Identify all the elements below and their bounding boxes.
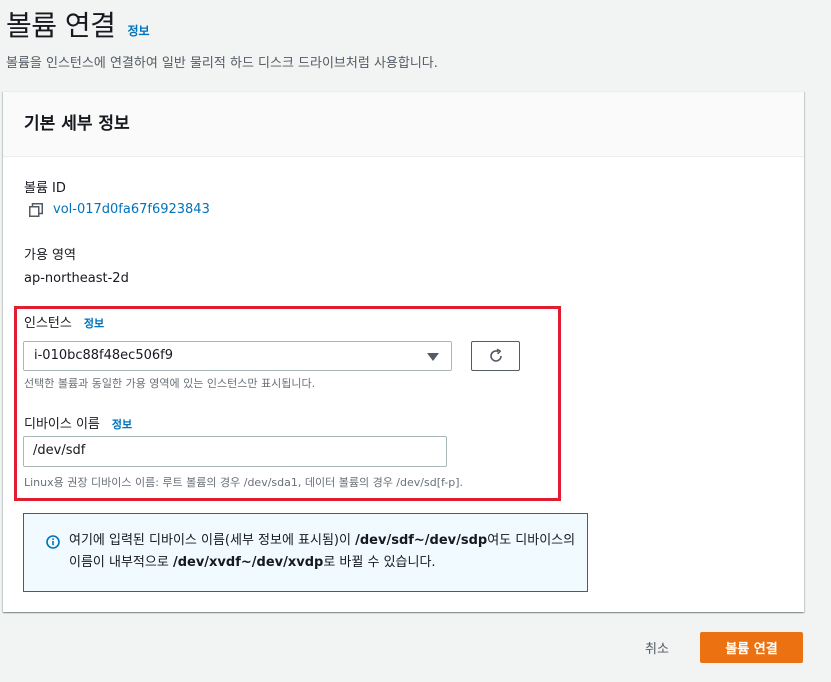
volume-id-label: 볼륨 ID bbox=[24, 181, 66, 196]
attach-volume-button[interactable]: 볼륨 연결 bbox=[700, 632, 803, 663]
basic-details-card: 기본 세부 정보 볼륨 ID vol-017d0fa67f6923843 가용 … bbox=[3, 91, 804, 612]
caret-down-icon bbox=[427, 353, 439, 361]
page-header: 볼륨 연결 정보 bbox=[6, 4, 150, 44]
device-info-link[interactable]: 정보 bbox=[112, 416, 132, 432]
volume-id-link[interactable]: vol-017d0fa67f6923843 bbox=[53, 202, 210, 217]
alert-text-1: 여기에 입력된 디바이스 이름(세부 정보에 표시됨)이 bbox=[69, 533, 356, 548]
instance-info-link[interactable]: 정보 bbox=[84, 315, 104, 331]
az-value: ap-northeast-2d bbox=[24, 271, 129, 286]
device-label-row: 디바이스 이름 정보 bbox=[24, 413, 132, 432]
device-hint: Linux용 권장 디바이스 이름: 루트 볼륨의 경우 /dev/sda1, … bbox=[24, 476, 463, 489]
highlight-box bbox=[14, 306, 561, 501]
page: 볼륨 연결 정보 볼륨을 인스턴스에 연결하여 일반 물리적 하드 디스크 드라… bbox=[0, 0, 831, 682]
refresh-button[interactable] bbox=[471, 341, 520, 371]
card-header: 기본 세부 정보 bbox=[3, 92, 804, 157]
alert-text: 여기에 입력된 디바이스 이름(세부 정보에 표시됨)이 /dev/sdf~/d… bbox=[69, 530, 579, 574]
instance-label-row: 인스턴스 정보 bbox=[24, 312, 104, 331]
page-title: 볼륨 연결 bbox=[6, 9, 116, 42]
card-title: 기본 세부 정보 bbox=[24, 114, 130, 134]
device-label: 디바이스 이름 bbox=[24, 417, 100, 432]
device-name-input[interactable]: /dev/sdf bbox=[23, 436, 447, 467]
volume-id-row: vol-017d0fa67f6923843 bbox=[29, 202, 210, 217]
title-row: 볼륨 연결 정보 bbox=[6, 4, 150, 44]
instance-hint: 선택한 볼륨과 동일한 가용 영역에 있는 인스턴스만 표시됩니다. bbox=[24, 377, 316, 390]
info-icon bbox=[46, 535, 60, 549]
instance-label: 인스턴스 bbox=[24, 316, 72, 331]
az-label: 가용 영역 bbox=[24, 248, 76, 263]
instance-select[interactable]: i-010bc88f48ec506f9 bbox=[23, 341, 452, 371]
alert-bold-1: /dev/sdf~/dev/sdp bbox=[355, 533, 488, 548]
info-alert: 여기에 입력된 디바이스 이름(세부 정보에 표시됨)이 /dev/sdf~/d… bbox=[23, 513, 588, 592]
header-info-link[interactable]: 정보 bbox=[127, 22, 149, 39]
page-description: 볼륨을 인스턴스에 연결하여 일반 물리적 하드 디스크 드라이브처럼 사용합니… bbox=[6, 56, 438, 71]
instance-select-value: i-010bc88f48ec506f9 bbox=[34, 348, 173, 363]
cancel-button[interactable]: 취소 bbox=[628, 632, 686, 663]
copy-icon[interactable] bbox=[29, 202, 43, 217]
alert-bold-2: /dev/xvdf~/dev/xvdp bbox=[172, 555, 324, 570]
refresh-icon bbox=[489, 348, 502, 362]
alert-text-3: 로 바뀔 수 있습니다. bbox=[323, 555, 436, 570]
